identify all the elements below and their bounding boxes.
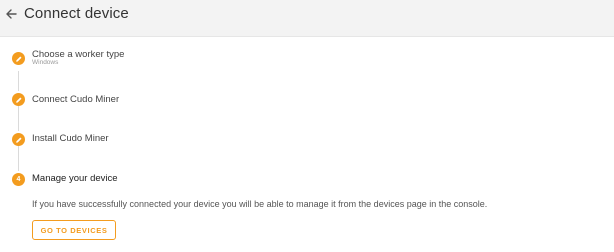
step-title: Install Cudo Miner [32,133,109,144]
pencil-icon [15,97,21,103]
step-title: Connect Cudo Miner [32,94,120,105]
step-subtitle: Windows [32,59,59,66]
step-connector [18,106,19,131]
pencil-icon [15,137,21,143]
step-completed-badge [12,52,25,65]
step-title: Manage your device [32,173,118,184]
step-completed-badge [12,93,25,106]
arrow-left-icon [6,9,17,19]
step-number: 4 [16,176,21,183]
step-number-badge: 4 [12,173,25,186]
stepper: Choose a worker type Windows Connect Cud… [0,37,614,252]
step-connector [18,71,19,91]
go-to-devices-button[interactable]: GO TO DEVICES [32,220,116,240]
step-connector [18,146,19,171]
step-completed-badge [12,133,25,146]
app-header: Connect device [0,0,614,37]
step-description: If you have successfully connected your … [32,199,488,209]
page-title: Connect device [24,5,129,22]
pencil-icon [15,56,21,62]
back-button[interactable] [3,6,19,22]
